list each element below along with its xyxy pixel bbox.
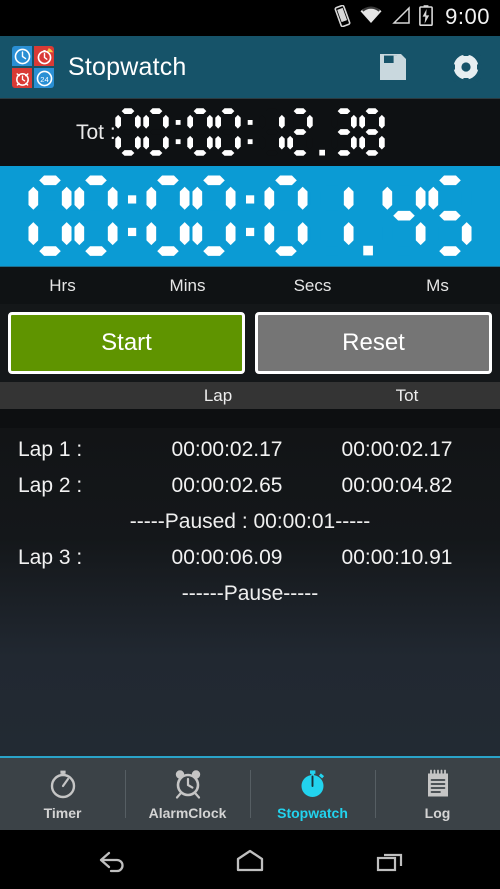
segment-digit	[359, 108, 386, 157]
tab-timer[interactable]: Timer	[0, 758, 125, 830]
home-button[interactable]	[209, 840, 291, 880]
signal-icon	[391, 6, 411, 30]
wifi-icon	[359, 6, 383, 30]
tab-label: AlarmClock	[148, 805, 227, 821]
svg-text:24: 24	[40, 74, 48, 83]
lap-table-header: Lap Tot	[0, 382, 500, 409]
segment-colon	[120, 175, 144, 256]
page-title: Stopwatch	[68, 52, 187, 81]
lap-list[interactable]: Lap 1 : 00:00:02.17 00:00:02.17 Lap 2 : 00:0…	[0, 428, 500, 797]
total-time-value	[114, 108, 386, 157]
unit-mins: Mins	[169, 275, 206, 295]
lap-label: Lap 3 :	[18, 546, 83, 569]
segment-colon	[238, 175, 262, 256]
app-header: 24 Stopwatch	[0, 36, 500, 98]
table-row[interactable]: Lap 3 : 00:00:06.09 00:00:10.91	[0, 540, 500, 576]
segment-colon	[171, 108, 185, 156]
back-button[interactable]	[69, 840, 151, 880]
segment-digit	[264, 175, 308, 257]
tot-column-header: Tot	[395, 385, 419, 405]
tab-label: Timer	[43, 805, 82, 821]
recents-icon	[371, 853, 409, 877]
bottom-tab-bar: Timer AlarmClock Stopwatch Log	[0, 756, 500, 830]
lap-time: 00:00:06.09	[171, 546, 283, 569]
segment-digit	[114, 108, 141, 157]
lap-total-time: 00:00:10.91	[341, 546, 453, 569]
tab-label: Log	[424, 805, 451, 821]
main-time-display	[0, 166, 500, 266]
segment-digit	[192, 175, 236, 257]
tab-log[interactable]: Log	[375, 758, 500, 830]
reset-button[interactable]: Reset	[255, 312, 492, 374]
unit-secs: Secs	[293, 275, 332, 295]
segment-digit	[74, 175, 118, 257]
alarm-clock-icon	[171, 767, 205, 801]
controls-row: Start Reset	[0, 304, 500, 382]
stopwatch-outline-icon	[46, 767, 80, 801]
segment-digit	[428, 175, 472, 257]
lap-note-text: ------Pause-----	[181, 582, 319, 605]
battery-charging-icon	[419, 5, 434, 31]
segment-digit	[28, 175, 72, 257]
table-row[interactable]: Lap 1 : 00:00:02.17 00:00:02.17	[0, 432, 500, 468]
segment-digit	[382, 175, 426, 257]
stopwatch-filled-icon	[296, 767, 330, 801]
unit-hrs: Hrs	[49, 275, 76, 295]
total-display: Tot :	[0, 98, 500, 166]
segment-digit	[215, 108, 241, 157]
segment-digit	[310, 175, 354, 257]
segment-dot	[356, 175, 380, 256]
lap-label: Lap 1 :	[18, 438, 83, 461]
tab-stopwatch[interactable]: Stopwatch	[250, 758, 375, 830]
lap-label: Lap 2 :	[18, 474, 83, 497]
segment-digit	[187, 108, 213, 157]
status-time: 9:00	[445, 4, 490, 29]
lap-note-row: ------Pause-----	[0, 576, 500, 612]
tab-label: Stopwatch	[277, 805, 348, 821]
tab-alarmclock[interactable]: AlarmClock	[125, 758, 250, 830]
status-bar: 9:00	[0, 0, 500, 36]
lap-time: 00:00:02.17	[171, 438, 283, 461]
header-actions	[378, 50, 483, 86]
segment-colon	[243, 108, 257, 156]
lap-total-time: 00:00:02.17	[341, 438, 453, 461]
gear-icon	[449, 50, 483, 86]
segment-digit	[259, 108, 285, 157]
vibrate-icon	[334, 4, 351, 32]
home-icon	[231, 849, 269, 877]
floppy-disk-icon	[378, 54, 408, 85]
main-time-value	[28, 175, 473, 257]
segment-digit	[142, 108, 169, 157]
back-icon	[91, 851, 129, 877]
segment-digit	[146, 175, 190, 257]
settings-button[interactable]	[449, 50, 483, 86]
total-label: Tot :	[76, 120, 116, 144]
lap-note-row: -----Paused : 00:00:01-----	[0, 504, 500, 540]
segment-dot	[315, 108, 329, 156]
lap-note-text: -----Paused : 00:00:01-----	[129, 510, 371, 533]
clock-tiles-icon: 24	[12, 46, 54, 88]
notepad-icon	[421, 767, 455, 801]
android-nav-bar	[0, 830, 500, 889]
recents-button[interactable]	[349, 840, 431, 880]
lap-time: 00:00:02.65	[171, 474, 283, 497]
unit-ms: Ms	[426, 275, 449, 295]
lap-total-time: 00:00:04.82	[341, 474, 453, 497]
app-root: 9:00 24 Stopwatch Tot: Hrs Mins Secs Ms…	[0, 0, 500, 889]
unit-labels-row: Hrs Mins Secs Ms	[0, 266, 500, 304]
segment-digit	[287, 108, 313, 157]
save-button[interactable]	[378, 52, 408, 82]
start-button[interactable]: Start	[8, 312, 245, 374]
segment-digit	[331, 108, 358, 157]
table-row[interactable]: Lap 2 : 00:00:02.65 00:00:04.82	[0, 468, 500, 504]
